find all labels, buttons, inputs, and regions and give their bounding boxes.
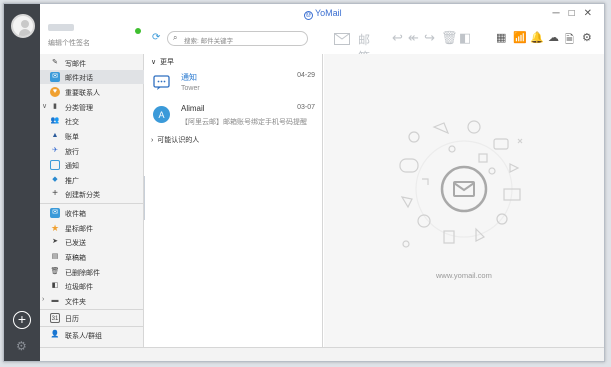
bills-icon: ▲ (51, 132, 59, 139)
sidebar-nav: ✎ 写邮件 ✉ 邮件对话 ♥ 重要联系人 ∨ ▮ 分类管理 👥 社交 ▲ 账单 ✈ 旅行 通知 … (40, 54, 144, 347)
known-people-group[interactable]: › 可能认识的人 (151, 135, 199, 145)
status-bar (40, 347, 604, 361)
sidebar-item-deleted[interactable]: 🗑 已删除邮件 (40, 265, 144, 279)
draft-icon: ▤ (51, 253, 59, 260)
calendar-icon: 31 (50, 313, 60, 323)
send-icon: ➤ (52, 238, 58, 245)
app-brand: @ YoMail (304, 8, 342, 20)
online-status-dot (135, 28, 141, 34)
notice-icon (50, 160, 60, 170)
contacts-icon: 👤 (50, 331, 60, 338)
sidebar-item-sent[interactable]: ➤ 已发送 (40, 235, 144, 249)
collapse-arrow-icon: › (42, 296, 45, 303)
mark-icon[interactable]: ◧ (459, 30, 471, 46)
grid-view-icon[interactable]: ▦ (496, 31, 506, 44)
divider (40, 309, 144, 310)
cloud-icon[interactable]: ☁ (548, 31, 559, 44)
sidebar-item-folders[interactable]: › ▬ 文件夹 (40, 294, 144, 308)
svg-text:A: A (158, 110, 164, 120)
maximize-icon[interactable]: □ (569, 8, 584, 19)
mail-sender: Alimail (181, 104, 205, 113)
mail-list: ∨ 更早 通知 04-29 Tower A Alimail 03-07 【阿里云… (145, 54, 323, 347)
bookmark-icon: ▮ (53, 103, 57, 110)
mail-preview: 【阿里云邮】邮箱账号绑定手机号码提醒 (181, 119, 307, 126)
reply-icon[interactable]: ↩ (392, 30, 403, 46)
sidebar-item-new-category[interactable]: + 创建新分类 (40, 187, 144, 201)
sidebar-item-promotion[interactable]: ◆ 推广 (40, 173, 144, 187)
plus-icon: + (52, 188, 58, 199)
inbox-icon: ✉ (50, 208, 60, 218)
username-blurred (48, 24, 74, 31)
website-url: www.yomail.com (436, 271, 492, 280)
stats-icon[interactable]: 📶 (513, 31, 527, 44)
chevron-down-icon: ∨ (151, 59, 161, 66)
divider (40, 203, 144, 204)
trash-icon: 🗑 (50, 268, 60, 275)
refresh-icon[interactable]: ⟳ (152, 32, 160, 43)
forward-icon[interactable]: ↪ (424, 30, 435, 46)
sidebar-item-bills[interactable]: ▲ 账单 (40, 129, 144, 143)
sidebar-item-compose[interactable]: ✎ 写邮件 (40, 56, 144, 70)
empty-state-illustration (399, 120, 523, 248)
add-account-button[interactable]: + (13, 311, 31, 329)
divider (40, 326, 144, 327)
app-window: @YoMail ─□✕ + ⚙ 编辑个性签名 ⟳ ⌕ 搜索: 邮件关键字 邮箱 … (3, 3, 605, 362)
mail-date: 04-29 (297, 72, 315, 79)
window-controls: ─□✕ (552, 8, 601, 19)
avatar[interactable] (11, 14, 35, 38)
compose-icon: ✎ (52, 59, 58, 66)
delete-icon[interactable]: 🗑 (441, 30, 458, 46)
mail-group-earlier[interactable]: ∨ 更早 (151, 57, 174, 67)
sidebar-item-calendar[interactable]: 31 日历 (40, 311, 144, 325)
conversation-icon: ✉ (50, 72, 60, 82)
close-icon[interactable]: ✕ (584, 8, 601, 19)
sidebar-item-important-contacts[interactable]: ♥ 重要联系人 (40, 85, 144, 99)
notes-icon[interactable]: 🗎 (565, 31, 574, 50)
star-icon: ★ (50, 223, 60, 233)
mail-sender: 通知 (181, 73, 197, 82)
sidebar-item-category-manage[interactable]: ∨ ▮ 分类管理 (40, 100, 144, 114)
settings-gear-icon[interactable]: ⚙ (16, 339, 27, 353)
yomail-logo-icon: @ (304, 11, 313, 20)
sidebar-item-notices[interactable]: 通知 (40, 158, 144, 172)
alimail-avatar-icon: A (153, 106, 170, 123)
promotion-tag-icon: ◆ (52, 176, 58, 183)
reply-all-icon[interactable]: ↞ (408, 30, 419, 46)
sidebar-item-spam[interactable]: ◧ 垃圾邮件 (40, 279, 144, 293)
sidebar-item-social[interactable]: 👥 社交 (40, 114, 144, 128)
travel-plane-icon: ✈ (52, 147, 58, 154)
search-input[interactable]: ⌕ 搜索: 邮件关键字 (167, 31, 308, 46)
mail-date: 03-07 (297, 104, 315, 111)
expand-arrow-icon: ∨ (42, 103, 48, 110)
search-icon: ⌕ (173, 33, 178, 42)
important-contacts-icon: ♥ (50, 87, 60, 97)
preview-pane: www.yomail.com (324, 54, 604, 347)
left-rail: + ⚙ (4, 4, 40, 361)
sidebar-item-starred[interactable]: ★ 星标邮件 (40, 221, 144, 235)
social-icon: 👥 (50, 117, 60, 124)
folder-icon: ▬ (51, 297, 59, 304)
sidebar-item-inbox[interactable]: ✉ 收件箱 (40, 206, 144, 220)
mail-envelope-icon[interactable] (334, 33, 350, 45)
app-title: YoMail (315, 8, 342, 18)
notice-message-icon (153, 75, 170, 90)
settings-icon[interactable]: ⚙ (582, 31, 592, 44)
search-placeholder: 搜索: 邮件关键字 (184, 38, 234, 45)
minimize-icon[interactable]: ─ (552, 8, 568, 19)
sidebar-item-contacts[interactable]: 👤 联系人/群组 (40, 328, 144, 342)
notification-bell-icon[interactable]: 🔔 (530, 31, 544, 44)
list-item[interactable]: A Alimail 03-07 【阿里云邮】邮箱账号绑定手机号码提醒 (145, 103, 323, 135)
signature-edit[interactable]: 编辑个性签名 (48, 38, 90, 48)
list-item[interactable]: 通知 04-29 Tower (145, 71, 323, 101)
sidebar-item-drafts[interactable]: ▤ 草稿箱 (40, 250, 144, 264)
sidebar-item-travel[interactable]: ✈ 旅行 (40, 144, 144, 158)
spam-icon: ◧ (51, 282, 59, 289)
sidebar-item-conversation[interactable]: ✉ 邮件对话 (40, 70, 144, 84)
mail-preview: Tower (181, 85, 200, 92)
